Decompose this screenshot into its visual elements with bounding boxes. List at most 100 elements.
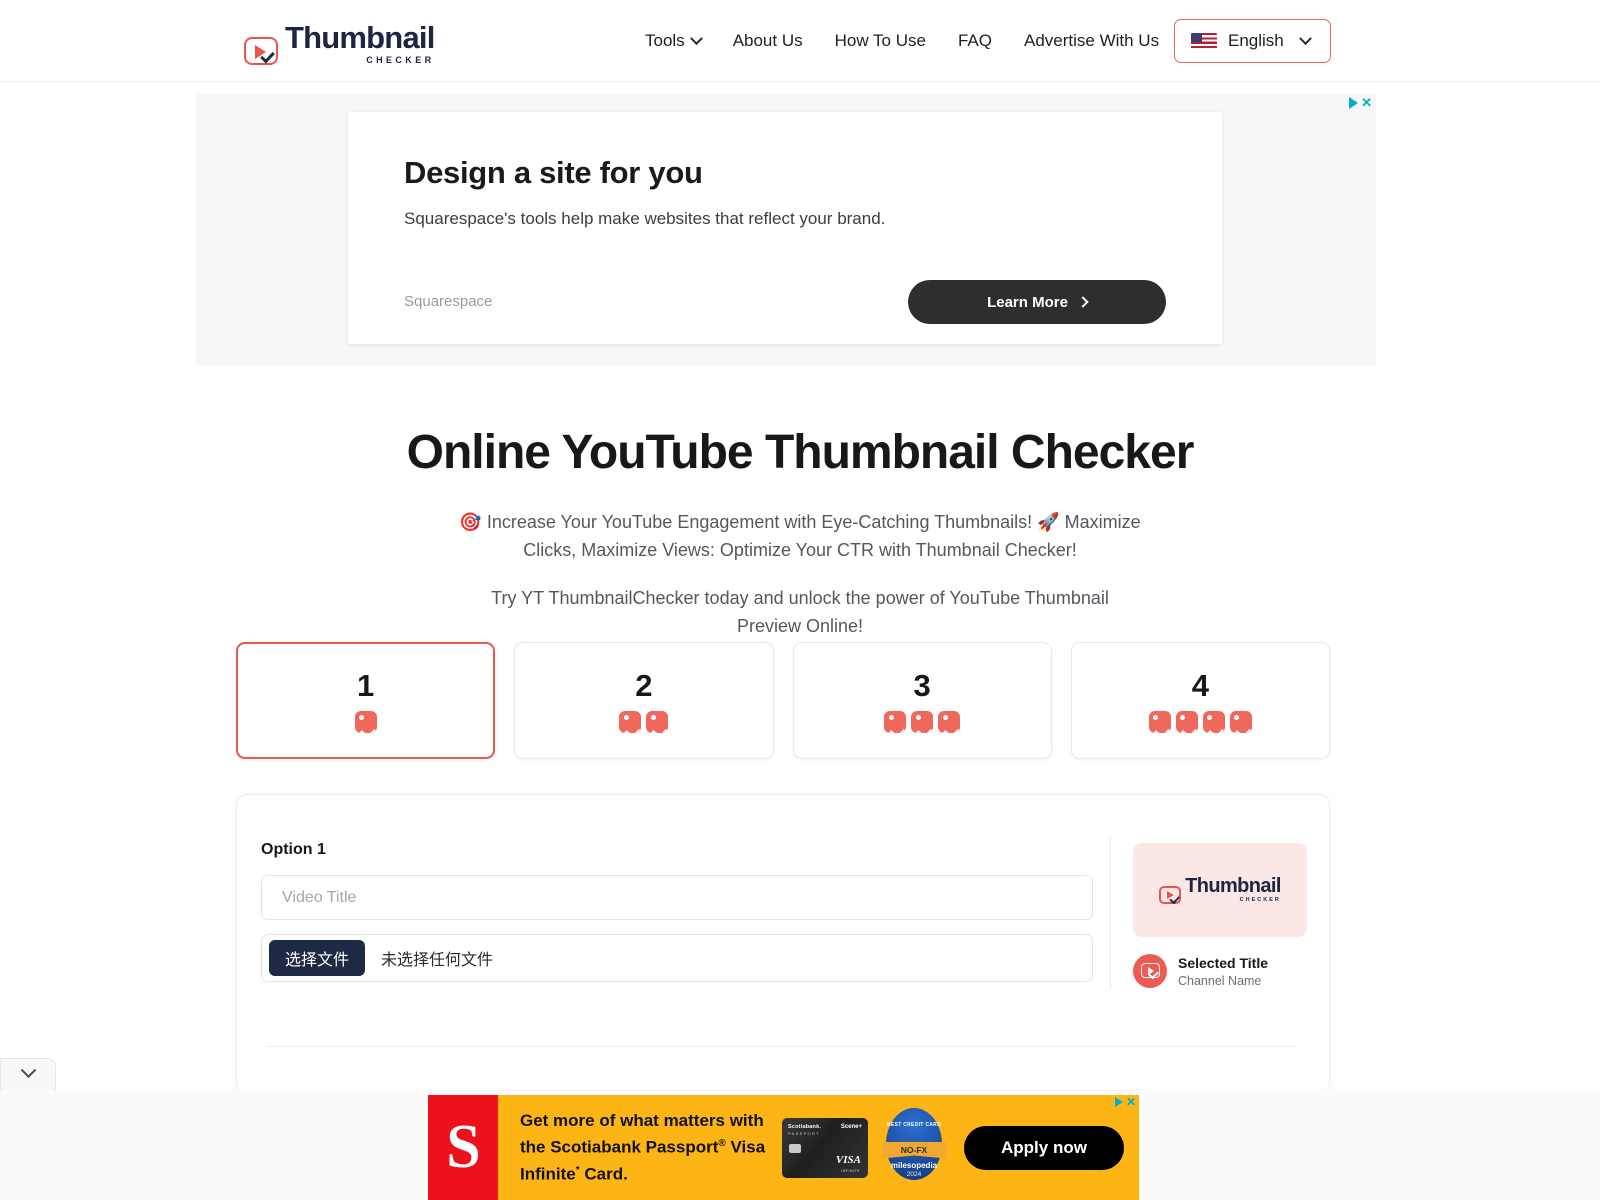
image-icon <box>1229 711 1252 733</box>
option-card-1[interactable]: 1 <box>236 642 496 759</box>
logo-wordmark: Thumbnail CHECKER <box>285 22 435 65</box>
nav-item-advertise-with-us[interactable]: Advertise With Us <box>1024 31 1159 51</box>
option-card-group: 1 2 3 4 <box>236 642 1331 759</box>
preview-text-block: Selected Title Channel Name <box>1178 954 1268 988</box>
main-navigation: Tools About Us How To Use FAQ Advertise … <box>645 0 1159 82</box>
preview-meta: Selected Title Channel Name <box>1133 954 1307 988</box>
hero-subtitle-secondary: Try YT ThumbnailChecker today and unlock… <box>491 588 1109 636</box>
option-card-4[interactable]: 4 <box>1070 642 1331 759</box>
top-ad-headline: Design a site for you <box>404 155 703 190</box>
thumbnail-preview: Thumbnail CHECKER Selected Title Channel… <box>1133 843 1307 988</box>
chevron-down-icon <box>1298 31 1312 45</box>
hero-section: Online YouTube Thumbnail Checker 🎯 Incre… <box>0 425 1600 640</box>
option-card-number: 4 <box>1191 668 1210 703</box>
site-logo[interactable]: Thumbnail CHECKER <box>244 22 435 65</box>
top-ad-cta-label: Learn More <box>987 293 1068 311</box>
scotiabank-logo: S <box>428 1095 498 1200</box>
top-ad-brand: Squarespace <box>404 293 493 310</box>
language-label: English <box>1228 31 1284 50</box>
channel-avatar <box>1133 954 1167 988</box>
headline-line-1: Get more of what matters with <box>520 1111 764 1131</box>
top-ad-learn-more-button[interactable]: Learn More <box>908 280 1166 324</box>
option-card-icons <box>1148 711 1252 733</box>
preview-logo-word: Thumbnail <box>1185 875 1281 898</box>
adchoices-controls[interactable]: ✕ <box>1349 96 1372 109</box>
panel-horizontal-divider <box>268 1046 1297 1047</box>
close-icon[interactable]: ✕ <box>1361 96 1372 109</box>
chevron-right-icon <box>1077 296 1089 308</box>
headline-line-3: Infinite <box>520 1164 576 1184</box>
close-icon[interactable]: ✕ <box>1126 1096 1136 1108</box>
preview-logo-wordmark: Thumbnail CHECKER <box>1185 876 1281 904</box>
card-tier-label: INFINITE <box>841 1168 860 1173</box>
badge-top-label: BEST CREDIT CARD <box>887 1121 941 1128</box>
registered-mark: ® <box>718 1138 726 1150</box>
card-product-label: PASSPORT <box>788 1130 820 1136</box>
scotiabank-monogram: S <box>446 1113 481 1181</box>
credit-card-image: Scotiabank. PASSPORT Scene+ VISA INFINIT… <box>782 1117 868 1178</box>
logo-play-check-icon <box>1159 885 1182 904</box>
nav-label-how-to-use: How To Use <box>834 31 926 50</box>
image-icon <box>1202 711 1225 733</box>
option-card-2[interactable]: 2 <box>514 642 774 759</box>
image-icon <box>938 711 961 733</box>
nav-label-advertise: Advertise With Us <box>1023 31 1160 50</box>
bottom-advertisement[interactable]: ✕ S Get more of what matters with the Sc… <box>428 1095 1139 1200</box>
card-network-label: VISA <box>835 1153 861 1166</box>
image-icon <box>1175 711 1198 733</box>
card-scene-label: Scene+ <box>840 1123 862 1130</box>
image-icon <box>884 711 907 733</box>
headline-line-2: the Scotiabank Passport <box>520 1138 719 1157</box>
badge-year-label: 2024 <box>906 1170 922 1178</box>
option-card-number: 1 <box>357 668 375 703</box>
preview-video-title: Selected Title <box>1178 955 1269 971</box>
panel-vertical-divider <box>1110 838 1111 990</box>
adchoices-icon[interactable] <box>1114 1097 1123 1107</box>
nav-item-about-us[interactable]: About Us <box>733 31 803 51</box>
top-ad-body: Squarespace's tools help make websites t… <box>404 209 886 228</box>
bottom-ad-headline: Get more of what matters with the Scotia… <box>520 1109 770 1185</box>
headline-line-2b: Visa <box>725 1138 766 1157</box>
page-title: Online YouTube Thumbnail Checker <box>406 426 1195 479</box>
preview-logo: Thumbnail CHECKER <box>1159 876 1281 904</box>
collapse-panel-toggle[interactable] <box>0 1058 56 1090</box>
option-card-icons <box>884 711 961 733</box>
badge-ribbon-label: NO-FX <box>900 1145 928 1155</box>
option-card-icons <box>354 711 377 733</box>
choose-file-button[interactable]: 选择文件 <box>269 940 366 976</box>
headline-line-3b: Card. <box>579 1164 628 1184</box>
chevron-down-icon <box>20 1062 36 1079</box>
nav-item-faq[interactable]: FAQ <box>958 31 992 51</box>
hero-subtitle: 🎯 Increase Your YouTube Engagement with … <box>459 512 1141 560</box>
video-title-input[interactable] <box>261 875 1093 920</box>
file-upload-row[interactable]: 选择文件 未选择任何文件 <box>261 934 1093 982</box>
us-flag-icon <box>1191 32 1217 50</box>
image-icon <box>646 711 669 733</box>
top-advertisement[interactable]: ✕ Design a site for you Squarespace's to… <box>196 93 1376 366</box>
option-card-number: 3 <box>913 668 931 703</box>
option-card-3[interactable]: 3 <box>792 642 1052 759</box>
top-ad-card[interactable]: Design a site for you Squarespace's tool… <box>348 112 1222 344</box>
nav-label-tools: Tools <box>645 31 685 50</box>
option-card-number: 2 <box>635 668 653 703</box>
adchoices-icon[interactable] <box>1349 96 1359 109</box>
nav-label-about-us: About Us <box>732 31 803 50</box>
image-icon <box>1148 711 1171 733</box>
logo-word: Thumbnail <box>285 20 435 55</box>
file-status-label: 未选择任何文件 <box>381 952 494 969</box>
logo-play-check-icon <box>244 37 278 65</box>
option-label: Option 1 <box>261 841 326 858</box>
nav-item-tools[interactable]: Tools <box>645 31 703 51</box>
award-badge: BEST CREDIT CARD NO-FX milesopedia 2024 <box>882 1106 946 1190</box>
chevron-down-icon <box>689 31 703 45</box>
apply-now-button[interactable]: Apply now <box>964 1125 1124 1170</box>
nav-item-how-to-use[interactable]: How To Use <box>835 31 926 51</box>
nav-label-faq: FAQ <box>957 31 992 50</box>
bottom-adchoices-controls[interactable]: ✕ <box>1114 1096 1136 1108</box>
card-brand-label: Scotiabank. <box>788 1123 822 1130</box>
site-header: Thumbnail CHECKER Tools About Us How To … <box>0 0 1600 82</box>
language-selector[interactable]: English <box>1174 19 1331 63</box>
option-card-icons <box>619 711 669 733</box>
badge-source-label: milesopedia <box>890 1160 938 1170</box>
image-icon <box>619 711 642 733</box>
